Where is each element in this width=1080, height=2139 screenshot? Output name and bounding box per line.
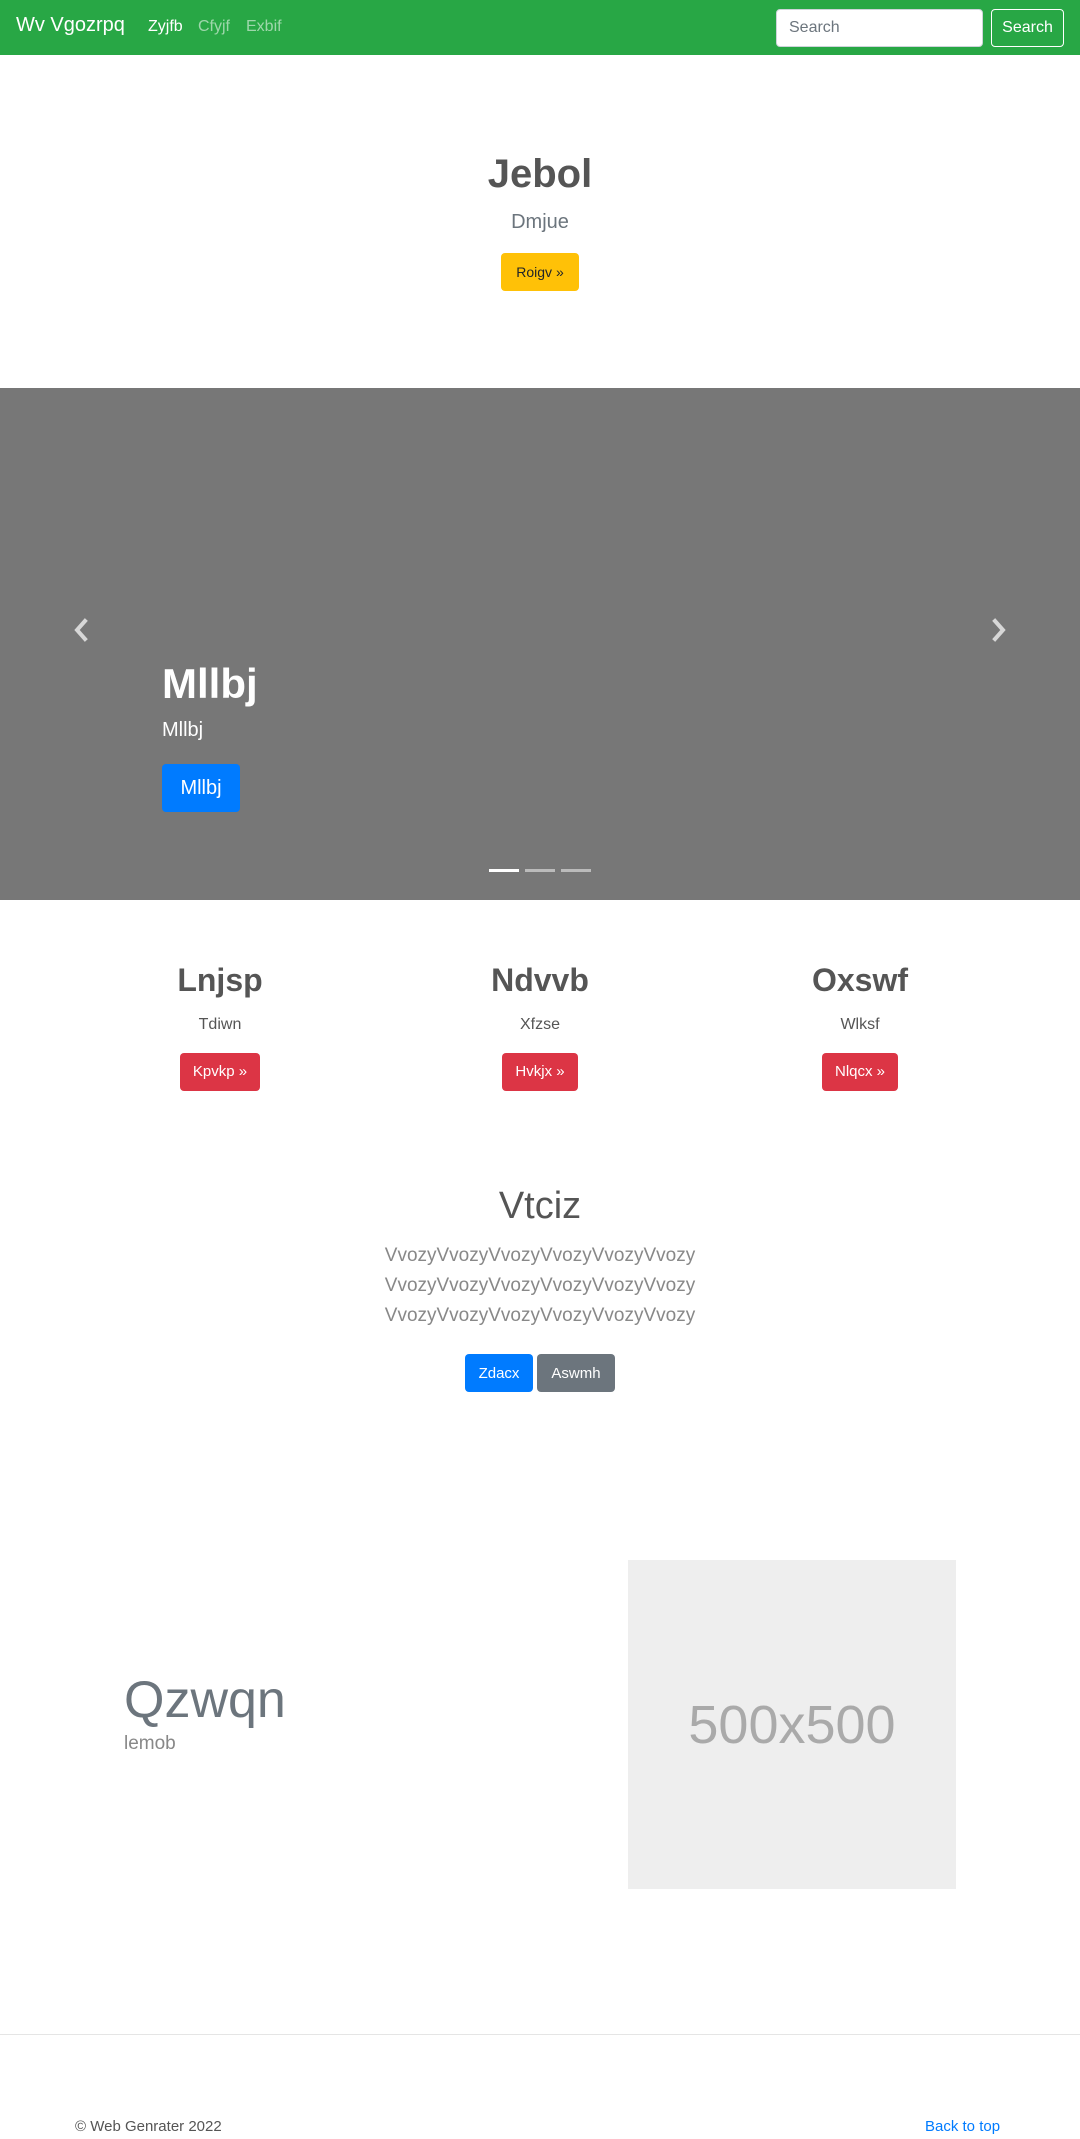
carousel-caption-button[interactable]: Mllbj bbox=[162, 764, 240, 812]
footer-copyright: © Web Genrater 2022 bbox=[75, 2118, 222, 2135]
feature-column-3: Oxswf Wlksf Nlqcx » bbox=[730, 962, 990, 1091]
back-to-top-link[interactable]: Back to top bbox=[925, 2118, 1000, 2135]
carousel-caption-text: Mllbj bbox=[162, 719, 204, 741]
hero-button[interactable]: Roigv » bbox=[501, 253, 579, 291]
carousel-prev-button[interactable] bbox=[66, 610, 96, 650]
carousel-indicator-1[interactable] bbox=[489, 869, 519, 872]
column-title: Ndvvb bbox=[491, 962, 589, 998]
feature-column-2: Ndvvb Xfzse Hvkjx » bbox=[410, 962, 670, 1091]
nav-link-cfyjf[interactable]: Cfyjf bbox=[198, 18, 230, 36]
primary-action-button[interactable]: Zdacx bbox=[465, 1354, 533, 1392]
carousel-caption-title: Mllbj bbox=[162, 660, 258, 707]
search-button[interactable]: Search bbox=[991, 9, 1064, 47]
column-text: Tdiwn bbox=[198, 1016, 242, 1033]
column-text: Wlksf bbox=[840, 1016, 880, 1033]
navbar: Wv Vgozrpq Zyjfb Cfyjf Exbif Search bbox=[0, 0, 1080, 55]
column-button[interactable]: Nlqcx » bbox=[821, 1053, 899, 1091]
carousel-next-button[interactable] bbox=[984, 610, 1014, 650]
hero-subtitle: Dmjue bbox=[511, 211, 569, 233]
placeholder-image: 500x500 bbox=[628, 1560, 956, 1889]
carousel-indicator-2[interactable] bbox=[525, 869, 555, 872]
carousel-indicator-3[interactable] bbox=[561, 869, 591, 872]
carousel: Mllbj Mllbj Mllbj bbox=[0, 388, 1080, 900]
section-lead-line: VvozyVvozyVvozyVvozyVvozyVvozy bbox=[384, 1305, 696, 1326]
feature-title: Qzwqn bbox=[124, 1671, 286, 1729]
carousel-indicators bbox=[489, 869, 591, 873]
column-button[interactable]: Hvkjx » bbox=[502, 1053, 578, 1091]
chevron-right-icon bbox=[992, 618, 1006, 642]
nav-link-exbif[interactable]: Exbif bbox=[246, 18, 282, 36]
section-title: Vtciz bbox=[498, 1185, 582, 1227]
column-button[interactable]: Kpvkp » bbox=[179, 1053, 261, 1091]
footer-divider bbox=[0, 2034, 1080, 2035]
brand-link[interactable]: Wv Vgozrpq bbox=[16, 14, 125, 37]
section-lead-line: VvozyVvozyVvozyVvozyVvozyVvozy bbox=[384, 1245, 696, 1266]
chevron-left-icon bbox=[74, 618, 88, 642]
column-text: Xfzse bbox=[519, 1016, 560, 1033]
section-lead: VvozyVvozyVvozyVvozyVvozyVvozy VvozyVvoz… bbox=[0, 1241, 1080, 1331]
hero-title: Jebol bbox=[487, 152, 593, 196]
placeholder-label: 500x500 bbox=[688, 1694, 896, 1755]
column-title: Oxswf bbox=[811, 962, 909, 998]
search-input[interactable] bbox=[776, 9, 983, 47]
nav-link-zyjfb[interactable]: Zyjfb bbox=[148, 18, 183, 36]
feature-subtitle: lemob bbox=[124, 1733, 176, 1754]
feature-column-1: Lnjsp Tdiwn Kpvkp » bbox=[90, 962, 350, 1091]
section-lead-line: VvozyVvozyVvozyVvozyVvozyVvozy bbox=[384, 1275, 696, 1296]
column-title: Lnjsp bbox=[177, 962, 263, 998]
secondary-action-button[interactable]: Aswmh bbox=[537, 1354, 615, 1392]
